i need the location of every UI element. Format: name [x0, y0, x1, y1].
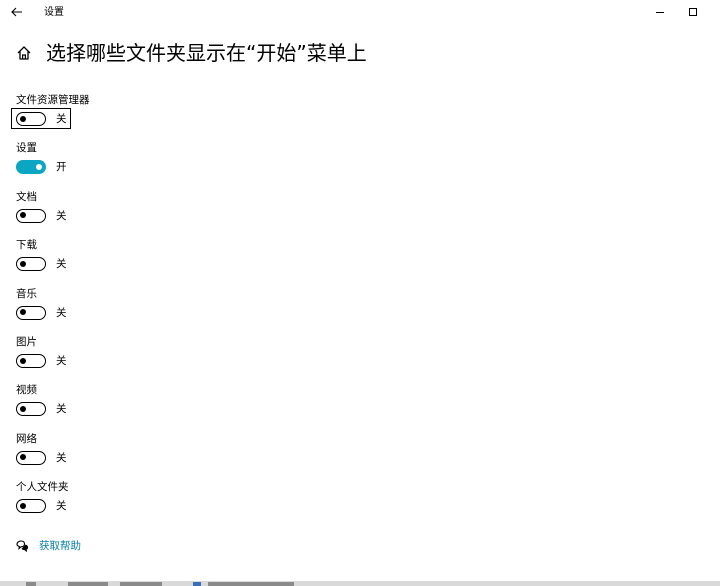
toggle-row: 关	[16, 305, 67, 321]
setting-label: 设置	[16, 142, 37, 155]
setting-row: 图片关	[16, 335, 316, 379]
get-help-label: 获取帮助	[39, 540, 81, 552]
toggle-state-label: 关	[56, 113, 67, 125]
toggle-knob	[20, 357, 27, 364]
window-title: 设置	[44, 7, 64, 18]
toggle-state-label: 关	[56, 355, 67, 367]
toggle-switch[interactable]	[16, 499, 46, 514]
toggle-knob	[35, 163, 42, 170]
toggle-knob	[20, 260, 27, 267]
toggle-row: 关	[16, 498, 67, 514]
taskbar-edge-mark	[208, 582, 294, 586]
taskbar-edge-mark	[120, 582, 162, 586]
toggle-state-label: 关	[56, 258, 67, 271]
minimize-button[interactable]	[650, 3, 670, 21]
toggle-switch[interactable]	[16, 112, 46, 126]
taskbar-edge-mark	[68, 582, 108, 586]
toggle-knob	[20, 405, 27, 412]
page-title: 选择哪些文件夹显示在“开始”菜单上	[46, 41, 367, 65]
setting-row: 文件资源管理器关	[11, 93, 316, 137]
toggle-row: 关	[16, 353, 67, 369]
toggle-switch[interactable]	[16, 450, 46, 465]
setting-row: 下载关	[16, 238, 316, 282]
toggle-switch[interactable]	[16, 305, 46, 320]
setting-label: 视频	[16, 384, 37, 397]
setting-label: 文件资源管理器	[16, 94, 90, 106]
setting-label: 个人文件夹	[16, 481, 69, 494]
setting-row: 视频关	[16, 383, 316, 427]
toggle-row: 关	[16, 401, 67, 417]
toggle-switch[interactable]	[16, 354, 46, 368]
setting-row: 个人文件夹关	[16, 480, 316, 524]
setting-label: 网络	[16, 432, 37, 445]
setting-row: 文档关	[16, 190, 316, 234]
maximize-button[interactable]	[683, 3, 703, 21]
setting-row: 音乐关	[16, 287, 316, 331]
toggle-row: 关	[16, 450, 67, 466]
toggle-knob	[20, 309, 27, 316]
toggle-state-label: 关	[56, 209, 67, 222]
toggle-state-label: 关	[56, 306, 67, 319]
toggle-row: 关	[11, 108, 71, 129]
setting-row: 网络关	[16, 432, 316, 476]
toggle-row: 开	[16, 159, 67, 175]
back-arrow-icon	[11, 7, 22, 17]
setting-label: 下载	[16, 239, 37, 252]
toggle-row: 关	[16, 256, 67, 272]
get-help-link[interactable]: 获取帮助	[15, 538, 81, 554]
toggle-state-label: 开	[56, 161, 67, 174]
setting-row: 设置开	[16, 141, 316, 185]
home-button[interactable]	[15, 44, 33, 62]
setting-label: 音乐	[16, 287, 37, 300]
toggle-switch[interactable]	[16, 208, 46, 223]
setting-label: 文档	[16, 190, 37, 203]
home-icon	[17, 46, 31, 60]
toggle-knob	[20, 212, 27, 219]
toggle-switch[interactable]	[16, 402, 46, 417]
toggle-knob	[20, 454, 27, 461]
taskbar-edge	[0, 581, 720, 586]
toggle-state-label: 关	[56, 451, 67, 464]
maximize-icon	[689, 8, 697, 16]
settings-window: 设置 选择哪些文件夹显示在“开始”菜单上 文件资源管理器关设置开文档关下载关音乐…	[0, 0, 720, 586]
taskbar-edge-mark	[26, 582, 36, 586]
setting-label: 图片	[16, 336, 37, 348]
toggle-row: 关	[16, 208, 67, 224]
toggle-state-label: 关	[56, 500, 67, 513]
taskbar-edge-mark	[193, 582, 201, 586]
back-button[interactable]	[8, 3, 26, 21]
help-chat-icon	[16, 540, 29, 553]
toggle-switch[interactable]	[16, 160, 46, 175]
toggle-switch[interactable]	[16, 257, 46, 272]
toggle-knob	[20, 502, 27, 509]
title-bar: 设置	[0, 0, 720, 26]
toggle-state-label: 关	[56, 403, 67, 416]
toggle-knob	[20, 115, 27, 122]
minimize-icon	[656, 12, 664, 13]
